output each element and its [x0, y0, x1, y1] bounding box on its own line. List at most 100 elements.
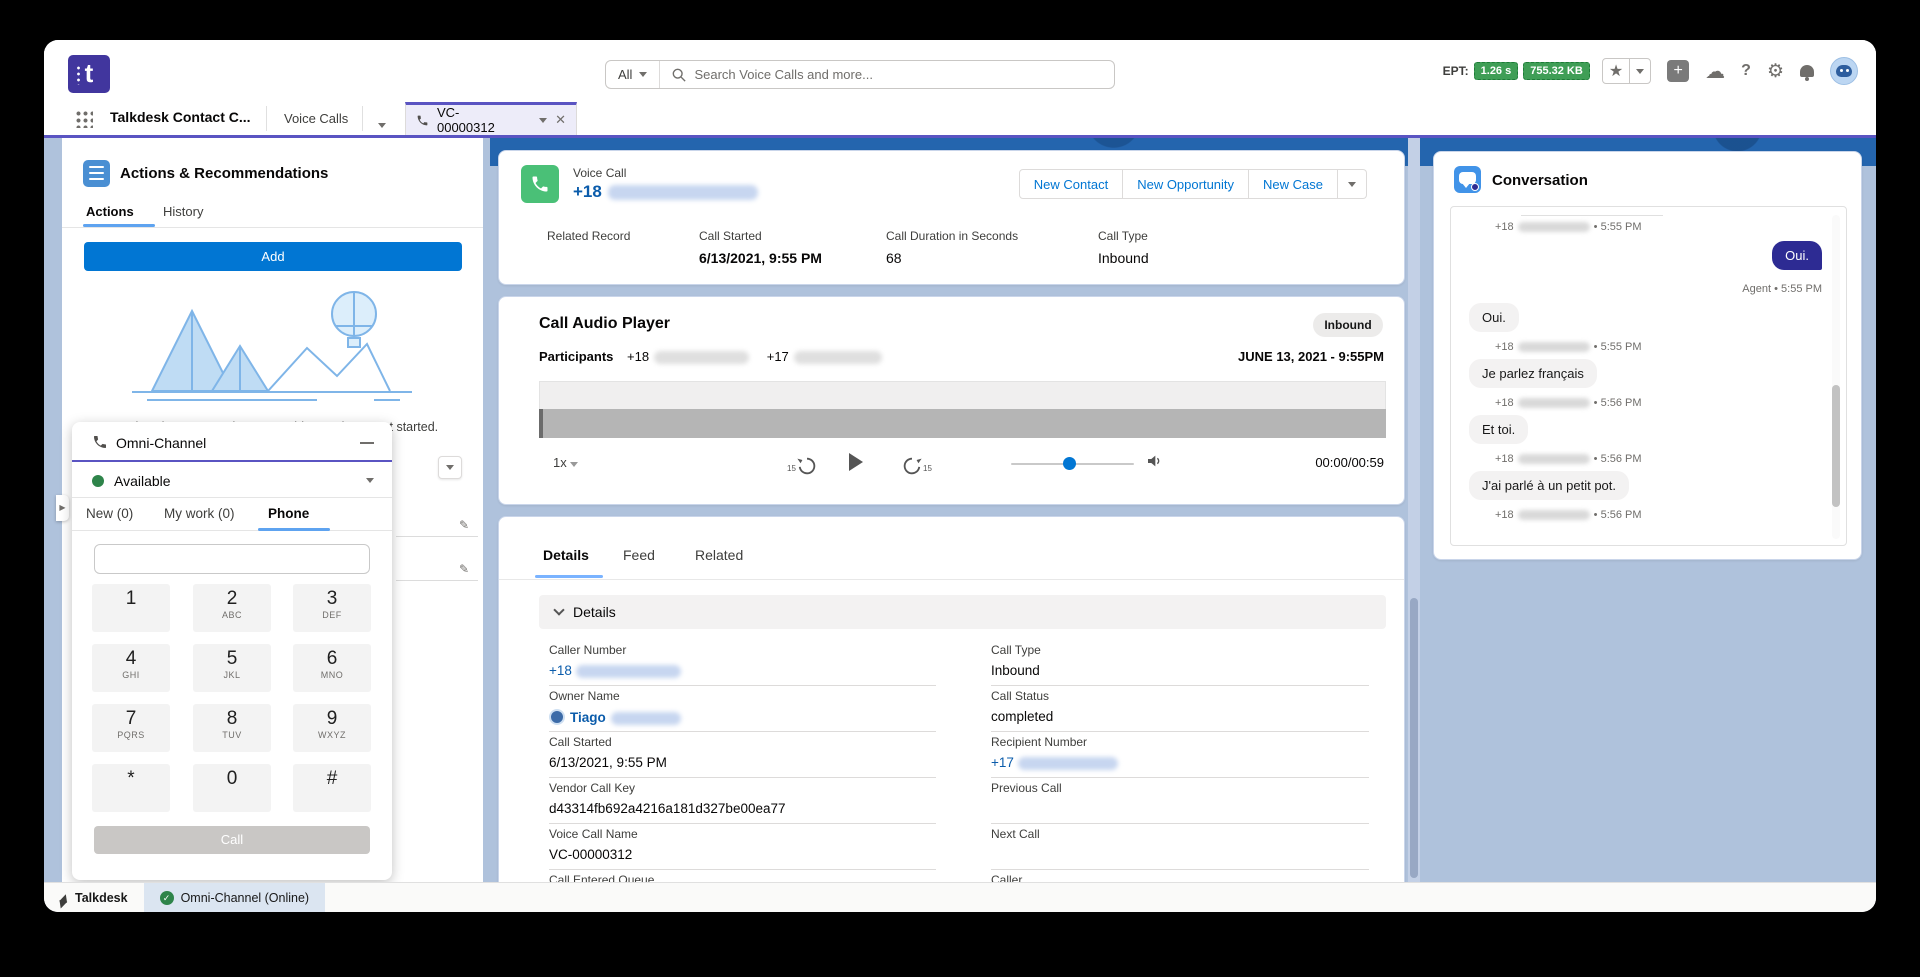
avatar-face: [1836, 65, 1852, 77]
trailhead-cloud-icon[interactable]: ☁: [1705, 59, 1725, 84]
utility-omni-channel[interactable]: ✓Omni-Channel (Online): [144, 883, 326, 912]
skip-forward-15-button[interactable]: 15: [901, 455, 932, 477]
field-call-started: Call Started 6/13/2021, 9:55 PM: [549, 735, 936, 778]
console-tab-bar: Talkdesk Contact C... Voice Calls VC-000…: [44, 102, 1876, 135]
divider: [62, 227, 483, 228]
setup-gear-icon[interactable]: ⚙: [1767, 60, 1784, 83]
field-value[interactable]: +17: [991, 755, 1369, 771]
speaker-icon[interactable]: [1146, 453, 1162, 472]
field-label: Vendor Call Key: [549, 781, 936, 795]
keypad-8[interactable]: 8TUV: [193, 704, 271, 752]
tab-voice-calls[interactable]: Voice Calls: [284, 111, 348, 126]
field-label: Next Call: [991, 827, 1369, 841]
field-value: Inbound: [991, 663, 1369, 679]
masked-number: [1518, 342, 1590, 352]
tab-record-label: VC-00000312: [437, 105, 517, 135]
keypad-2[interactable]: 2ABC: [193, 584, 271, 632]
favorites-button-group[interactable]: ★: [1602, 58, 1651, 84]
skip-back-15-button[interactable]: 15: [787, 455, 818, 477]
playback-time: 00:00/00:59: [1315, 455, 1384, 470]
record-action-buttons: New Contact New Opportunity New Case: [1019, 169, 1367, 199]
omni-channel-header[interactable]: Omni-Channel: [72, 422, 392, 462]
background-dropdown-button[interactable]: [438, 456, 462, 479]
global-search[interactable]: All Search Voice Calls and more...: [605, 60, 1115, 89]
phone-number-input[interactable]: [94, 544, 370, 574]
field-value[interactable]: Tiago: [549, 709, 936, 725]
tab-details[interactable]: Details: [543, 547, 589, 563]
customer-message-bubble: Je parlez français: [1469, 359, 1597, 388]
play-button[interactable]: [849, 453, 863, 471]
utility-omni-label: Omni-Channel (Online): [181, 891, 310, 905]
edit-pencil-icon[interactable]: ✎: [459, 518, 469, 532]
tab-dropdown-chevron[interactable]: [378, 115, 386, 133]
keypad-0[interactable]: 0: [193, 764, 271, 812]
app-launcher-icon[interactable]: [75, 110, 93, 128]
call-button[interactable]: Call: [94, 826, 370, 854]
user-avatar[interactable]: [1830, 57, 1858, 85]
field-value: 6/13/2021, 9:55 PM: [699, 250, 822, 266]
message-meta: +18• 5:56 PM: [1495, 509, 1642, 521]
talkdesk-logo[interactable]: t: [68, 55, 110, 93]
center-scrollbar-thumb[interactable]: [1410, 598, 1418, 878]
highlight-field-call-type: Call Type Inbound: [1098, 229, 1149, 266]
keypad-5[interactable]: 5JKL: [193, 644, 271, 692]
new-contact-button[interactable]: New Contact: [1019, 169, 1123, 199]
keypad-4[interactable]: 4GHI: [92, 644, 170, 692]
field-label: Call Status: [991, 689, 1369, 703]
new-opportunity-button[interactable]: New Opportunity: [1123, 169, 1249, 199]
playhead-marker[interactable]: [539, 409, 543, 438]
favorite-star-icon[interactable]: ★: [1603, 59, 1629, 83]
participants-row: Participants +18 +17: [539, 349, 882, 364]
app-name[interactable]: Talkdesk Contact C...: [110, 109, 251, 125]
edit-pencil-icon[interactable]: ✎: [459, 562, 469, 576]
tab-record-vc-00000312[interactable]: VC-00000312 ✕: [405, 102, 577, 135]
keypad-3[interactable]: 3DEF: [293, 584, 371, 632]
field-value[interactable]: +18: [549, 663, 936, 679]
utility-talkdesk-label: Talkdesk: [75, 891, 128, 905]
audio-waveform-track[interactable]: [539, 381, 1386, 409]
tab-new[interactable]: New (0): [86, 506, 133, 521]
add-button[interactable]: Add: [84, 242, 462, 271]
keypad-7[interactable]: 7PQRS: [92, 704, 170, 752]
presence-status-dropdown[interactable]: Available: [72, 464, 392, 498]
tab-my-work[interactable]: My work (0): [164, 506, 235, 521]
keypad-star[interactable]: *: [92, 764, 170, 812]
conversation-transcript: +18• 5:55 PM Oui. Agent • 5:55 PM Oui. +…: [1450, 206, 1847, 546]
conversation-panel: Conversation +18• 5:55 PM Oui. Agent • 5…: [1433, 151, 1862, 560]
conversation-scrollbar-thumb[interactable]: [1832, 385, 1840, 507]
voice-call-icon: [521, 165, 559, 203]
utility-talkdesk[interactable]: Talkdesk: [44, 883, 144, 912]
search-input[interactable]: Search Voice Calls and more...: [694, 67, 872, 82]
field-label: Call Started: [699, 229, 822, 243]
favorites-dropdown[interactable]: [1629, 59, 1650, 83]
global-actions-button[interactable]: +: [1667, 60, 1689, 82]
keypad-6[interactable]: 6MNO: [293, 644, 371, 692]
notifications-bell-icon[interactable]: [1800, 65, 1814, 77]
audio-progress-track[interactable]: [539, 409, 1386, 438]
bell-shape: [1800, 65, 1814, 77]
chevron-down-icon[interactable]: [539, 118, 547, 123]
tab-related[interactable]: Related: [695, 547, 743, 563]
keypad-9[interactable]: 9WXYZ: [293, 704, 371, 752]
chevron-down-icon: [1636, 69, 1644, 74]
new-case-button[interactable]: New Case: [1249, 169, 1338, 199]
volume-slider-handle[interactable]: [1063, 457, 1076, 470]
playback-speed-dropdown[interactable]: 1x: [553, 455, 578, 470]
tab-actions[interactable]: Actions: [86, 204, 134, 219]
minimize-button[interactable]: [360, 442, 374, 444]
close-tab-icon[interactable]: ✕: [555, 112, 566, 128]
sidebar-expand-arrow[interactable]: ▶: [56, 495, 69, 521]
more-actions-dropdown[interactable]: [1338, 169, 1367, 199]
masked-text: [611, 712, 681, 725]
keypad-hash[interactable]: #: [293, 764, 371, 812]
keypad-1[interactable]: 1: [92, 584, 170, 632]
tab-feed[interactable]: Feed: [623, 547, 655, 563]
search-scope-label: All: [618, 67, 632, 82]
help-button[interactable]: ?: [1741, 62, 1751, 80]
search-scope-dropdown[interactable]: All: [606, 61, 660, 88]
ept-time-badge: 1.26 s: [1474, 62, 1519, 80]
tab-phone[interactable]: Phone: [268, 506, 309, 521]
details-section-header[interactable]: Details: [539, 595, 1386, 629]
field-value: completed: [991, 709, 1369, 725]
tab-history[interactable]: History: [163, 204, 203, 219]
